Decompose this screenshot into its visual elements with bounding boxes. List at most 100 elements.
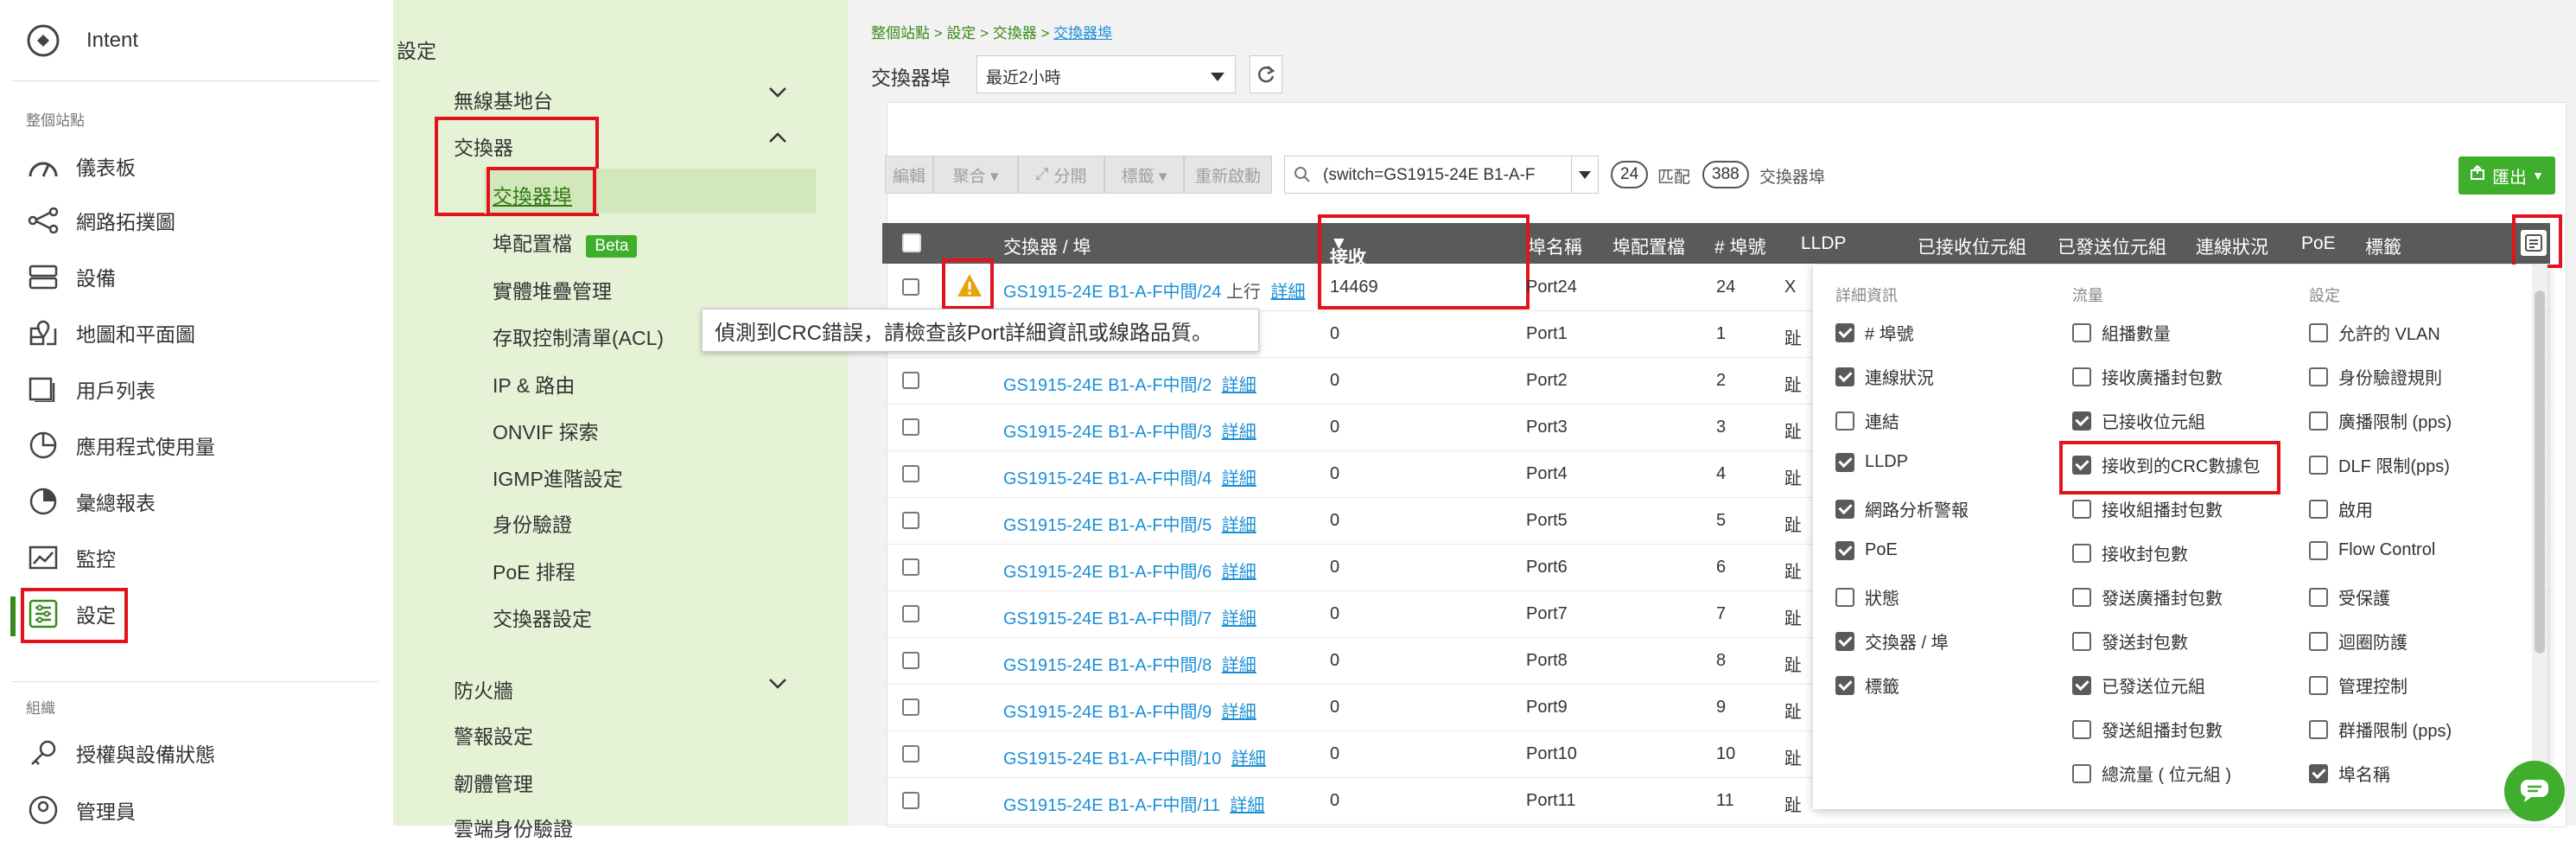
option-checkbox[interactable] bbox=[1835, 631, 1854, 651]
details-link[interactable]: 詳細 bbox=[1222, 376, 1256, 395]
switch-port-link[interactable]: GS1915-24E B1-A-F中間/24 上行 詳細 bbox=[1003, 277, 1305, 303]
column-option-traffic[interactable]: 發送封包數 bbox=[2072, 628, 2188, 654]
column-option-traffic[interactable]: 已接收位元組 bbox=[2072, 408, 2205, 433]
column-option-settings[interactable]: 迴圈防護 bbox=[2309, 628, 2407, 654]
column-option-settings[interactable]: DLF 限制(pps) bbox=[2309, 452, 2450, 477]
switch-port-link[interactable]: GS1915-24E B1-A-F中間/6 詳細 bbox=[1003, 558, 1256, 583]
search-input[interactable]: (switch=GS1915-24E B1-A-F bbox=[1323, 166, 1536, 185]
nav-license[interactable]: 授權與設備狀態 bbox=[26, 731, 215, 775]
row-checkbox[interactable] bbox=[902, 372, 919, 389]
column-option-settings[interactable]: 身份驗證規則 bbox=[2309, 364, 2442, 389]
option-checkbox[interactable] bbox=[2309, 587, 2328, 607]
details-link[interactable]: 詳細 bbox=[1231, 750, 1266, 769]
col-sent-bytes[interactable]: 已發送位元組 bbox=[2058, 233, 2166, 259]
menu-poe-schedule[interactable]: PoE 排程 bbox=[493, 556, 576, 585]
row-checkbox[interactable] bbox=[902, 698, 919, 716]
row-checkbox[interactable] bbox=[902, 418, 919, 436]
option-checkbox[interactable] bbox=[2309, 455, 2328, 475]
menu-acl[interactable]: 存取控制清單(ACL) bbox=[493, 322, 664, 351]
breadcrumb-settings[interactable]: 設定 bbox=[946, 25, 976, 41]
nav-monitor[interactable]: 監控 bbox=[26, 536, 116, 579]
option-checkbox[interactable] bbox=[1835, 411, 1854, 431]
group-alerts[interactable]: 警報設定 bbox=[454, 720, 533, 750]
column-option-detail[interactable]: PoE bbox=[1835, 540, 1898, 560]
column-option-traffic[interactable]: 組播數量 bbox=[2072, 320, 2171, 345]
export-button[interactable]: 匯出 ▼ bbox=[2458, 156, 2555, 195]
option-checkbox[interactable] bbox=[2309, 411, 2328, 431]
col-poe[interactable]: PoE bbox=[2301, 233, 2336, 254]
column-option-detail[interactable]: 標籤 bbox=[1835, 673, 1899, 698]
search-field[interactable]: (switch=GS1915-24E B1-A-F bbox=[1284, 156, 1599, 194]
column-option-detail[interactable]: 交換器 / 埠 bbox=[1835, 628, 1949, 654]
refresh-button[interactable] bbox=[1250, 55, 1282, 93]
option-checkbox[interactable] bbox=[2072, 367, 2091, 386]
row-checkbox[interactable] bbox=[902, 465, 919, 482]
group-wireless-ap[interactable]: 無線基地台 bbox=[454, 85, 553, 114]
column-option-settings[interactable]: 廣播限制 (pps) bbox=[2309, 408, 2452, 433]
nav-users[interactable]: 用戶列表 bbox=[26, 367, 156, 411]
option-checkbox[interactable] bbox=[1835, 322, 1854, 342]
column-option-traffic[interactable]: 已發送位元組 bbox=[2072, 673, 2205, 698]
option-checkbox[interactable] bbox=[1835, 587, 1854, 607]
option-checkbox[interactable] bbox=[2072, 763, 2091, 783]
option-checkbox[interactable] bbox=[2309, 719, 2328, 739]
option-checkbox[interactable] bbox=[2309, 763, 2328, 783]
column-option-settings[interactable]: 群播限制 (pps) bbox=[2309, 717, 2452, 742]
chevron-up-icon[interactable] bbox=[767, 130, 788, 150]
column-option-traffic[interactable]: 總流量 ( 位元組 ) bbox=[2072, 761, 2231, 786]
col-port-name[interactable]: 埠名稱 bbox=[1528, 233, 1582, 259]
details-link[interactable]: 詳細 bbox=[1222, 516, 1256, 535]
option-checkbox[interactable] bbox=[1835, 367, 1854, 386]
row-checkbox[interactable] bbox=[902, 605, 919, 622]
column-option-traffic[interactable]: 接收封包數 bbox=[2072, 540, 2188, 565]
col-received-bytes[interactable]: 已接收位元組 bbox=[1918, 233, 2026, 259]
option-checkbox[interactable] bbox=[1835, 452, 1854, 472]
switch-port-link[interactable]: GS1915-24E B1-A-F中間/2 詳細 bbox=[1003, 371, 1256, 396]
column-option-traffic[interactable]: 接收組播封包數 bbox=[2072, 496, 2223, 521]
column-option-settings[interactable]: 受保護 bbox=[2309, 584, 2390, 609]
menu-switch-settings[interactable]: 交換器設定 bbox=[493, 603, 592, 632]
details-link[interactable]: 詳細 bbox=[1222, 656, 1256, 675]
breadcrumb-current[interactable]: 交換器埠 bbox=[1053, 25, 1112, 41]
select-all-checkbox[interactable] bbox=[902, 233, 921, 252]
col-switch-port[interactable]: 交換器 / 埠 bbox=[1003, 233, 1091, 259]
option-checkbox[interactable] bbox=[2072, 499, 2091, 519]
row-checkbox[interactable] bbox=[902, 792, 919, 809]
nav-maps[interactable]: 地圖和平面圖 bbox=[26, 311, 195, 354]
option-checkbox[interactable] bbox=[1835, 499, 1854, 519]
switch-port-link[interactable]: GS1915-24E B1-A-F中間/11 詳細 bbox=[1003, 791, 1264, 816]
nav-app-usage[interactable]: 應用程式使用量 bbox=[26, 424, 215, 467]
option-checkbox[interactable] bbox=[2309, 322, 2328, 342]
option-checkbox[interactable] bbox=[2072, 411, 2091, 431]
menu-stack-mgmt[interactable]: 實體堆疊管理 bbox=[493, 275, 612, 304]
option-checkbox[interactable] bbox=[2309, 367, 2328, 386]
option-checkbox[interactable] bbox=[2309, 499, 2328, 519]
details-link[interactable]: 詳細 bbox=[1222, 609, 1256, 628]
menu-auth[interactable]: 身份驗證 bbox=[493, 508, 572, 538]
option-checkbox[interactable] bbox=[2309, 540, 2328, 560]
time-range-select[interactable]: 最近2小時 bbox=[976, 55, 1236, 93]
group-cloud-auth[interactable]: 雲端身份驗證 bbox=[454, 813, 573, 842]
column-option-settings[interactable]: 允許的 VLAN bbox=[2309, 320, 2440, 345]
switch-port-link[interactable]: GS1915-24E B1-A-F中間/10 詳細 bbox=[1003, 744, 1266, 769]
breadcrumb-root[interactable]: 整個站點 bbox=[871, 25, 930, 41]
column-option-traffic[interactable]: 接收廣播封包數 bbox=[2072, 364, 2223, 389]
switch-port-link[interactable]: GS1915-24E B1-A-F中間/5 詳細 bbox=[1003, 511, 1256, 536]
column-option-settings[interactable]: 啟用 bbox=[2309, 496, 2373, 521]
nav-devices[interactable]: 設備 bbox=[26, 255, 116, 298]
details-link[interactable]: 詳細 bbox=[1222, 469, 1256, 488]
column-option-detail[interactable]: # 埠號 bbox=[1835, 320, 1914, 345]
option-checkbox[interactable] bbox=[1835, 675, 1854, 695]
scrollbar-thumb[interactable] bbox=[2535, 290, 2545, 654]
switch-port-link[interactable]: GS1915-24E B1-A-F中間/8 詳細 bbox=[1003, 651, 1256, 676]
col-link-status[interactable]: 連線狀況 bbox=[2196, 233, 2268, 259]
column-option-detail[interactable]: 狀態 bbox=[1835, 584, 1899, 609]
col-lldp[interactable]: LLDP bbox=[1801, 233, 1847, 254]
details-link[interactable]: 詳細 bbox=[1230, 796, 1264, 815]
split-button[interactable]: ⤢ 分開 bbox=[1018, 156, 1104, 194]
switch-port-link[interactable]: GS1915-24E B1-A-F中間/4 詳細 bbox=[1003, 464, 1256, 489]
switch-port-link[interactable]: GS1915-24E B1-A-F中間/9 詳細 bbox=[1003, 698, 1256, 723]
app-header[interactable]: Intent bbox=[24, 22, 138, 60]
chat-button[interactable] bbox=[2504, 761, 2565, 821]
details-link[interactable]: 詳細 bbox=[1222, 703, 1256, 722]
